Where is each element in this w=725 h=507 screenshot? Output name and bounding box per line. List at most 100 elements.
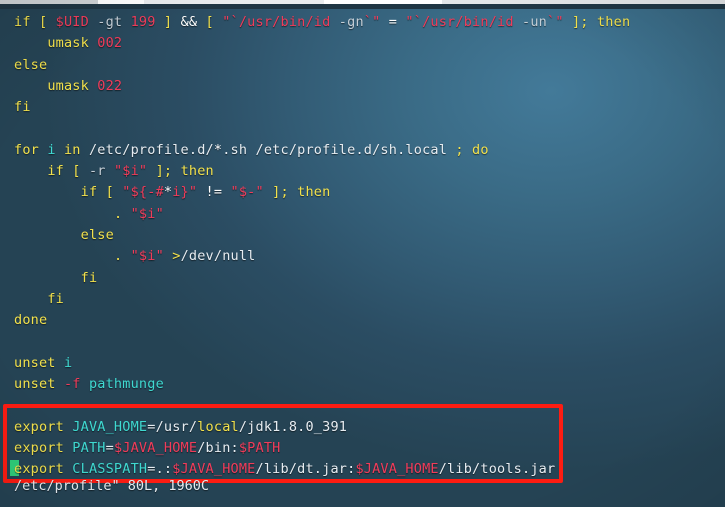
code-token: " [122,184,131,201]
code-line[interactable]: umask 002 [14,33,714,54]
code-token: [ [105,184,114,201]
code-token: ${-# [130,184,164,201]
code-token: * [163,184,173,201]
code-token: 002 [97,35,123,52]
code-token: fi [80,269,98,286]
code-token: i} [172,184,189,201]
code-token: unset [14,354,56,371]
code-token: -un [522,14,547,30]
code-token: $i [138,248,156,265]
code-token: .: [155,461,173,478]
code-token: do [472,141,489,158]
code-token: $JAVA_HOME [172,461,256,478]
code-token: $UID [55,14,89,30]
code-token: " [188,184,198,201]
code-token: export [14,418,64,435]
code-line[interactable]: done [14,310,714,331]
code-token: umask [47,35,89,52]
code-token: * [213,141,223,158]
code-line[interactable]: unset i [14,353,714,374]
code-token: PATH [72,439,106,456]
code-line[interactable]: if [ "${-#*i}" != "$-" ]; then [14,182,714,203]
code-line[interactable]: unset -f pathmunge [14,374,714,395]
code-token: /lib/dt.jar: [255,461,356,478]
code-token: $i [122,163,139,180]
code-line[interactable] [14,395,714,416]
code-token: for [14,141,39,158]
code-token: " [230,184,239,201]
code-token: $i [138,205,156,222]
code-token: $JAVA_HOME [113,439,198,456]
code-line[interactable]: else [14,225,714,246]
code-line[interactable] [14,118,714,139]
code-line[interactable]: . "$i" >/dev/null [14,246,714,267]
code-line[interactable]: fi [14,97,714,118]
code-token: i [63,354,73,371]
code-token: if [80,184,98,201]
code-line[interactable]: for i in /etc/profile.d/*.sh /etc/profil… [14,140,714,161]
code-line[interactable]: if [ $UID -gt 199 ] && [ "`/usr/bin/id -… [14,12,714,33]
code-token: = [147,461,156,478]
chrome-underline [0,4,725,9]
code-token: unset [14,376,56,393]
code-line[interactable]: umask 022 [14,76,714,97]
code-token: 199 [130,14,156,30]
code-token: [ [205,14,214,30]
code-token: > [172,248,181,265]
code-line[interactable]: . "$i" [14,204,714,225]
vim-status-line: /etc/profile" 80L, 1960C [14,478,210,494]
code-token: .sh /etc/profile.d/sh.local [222,141,448,158]
code-token: "`/usr/bin/id [405,14,514,30]
code-token: fi [47,290,64,307]
code-token: ] [163,14,173,30]
code-token: CLASSPATH [72,461,148,478]
code-line[interactable]: if [ -r "$i" ]; then [14,161,714,182]
code-token: local [197,418,239,435]
code-line[interactable]: else [14,55,714,76]
code-token: /etc/profile.d/ [88,141,214,158]
code-token: fi [14,99,31,116]
code-line[interactable] [14,331,714,352]
code-token: = [388,14,398,30]
code-token: $- [238,184,256,201]
code-token: " [255,184,264,201]
code-token: then [297,184,331,201]
code-token: if [47,163,64,180]
code-line[interactable]: export PATH=$JAVA_HOME/bin:$PATH [14,438,714,459]
code-line[interactable]: fi [14,289,714,310]
code-token: else [14,56,48,73]
code-token: " [130,248,139,265]
code-editor-buffer[interactable]: if [ $UID -gt 199 ] && [ "`/usr/bin/id -… [10,12,714,481]
code-token: -r [88,163,106,180]
code-token: " [130,205,139,222]
code-token: in [63,141,81,158]
code-token: ]; [272,184,289,201]
code-token: -gn [338,14,364,30]
code-line[interactable]: fi [14,268,714,289]
code-token: = [105,439,114,456]
code-token: JAVA_HOME [72,418,148,435]
code-token: /usr/ [155,418,198,435]
code-token: "`/usr/bin/id [222,14,331,30]
code-line[interactable]: export JAVA_HOME=/usr/local/jdk1.8.0_391 [14,417,714,438]
